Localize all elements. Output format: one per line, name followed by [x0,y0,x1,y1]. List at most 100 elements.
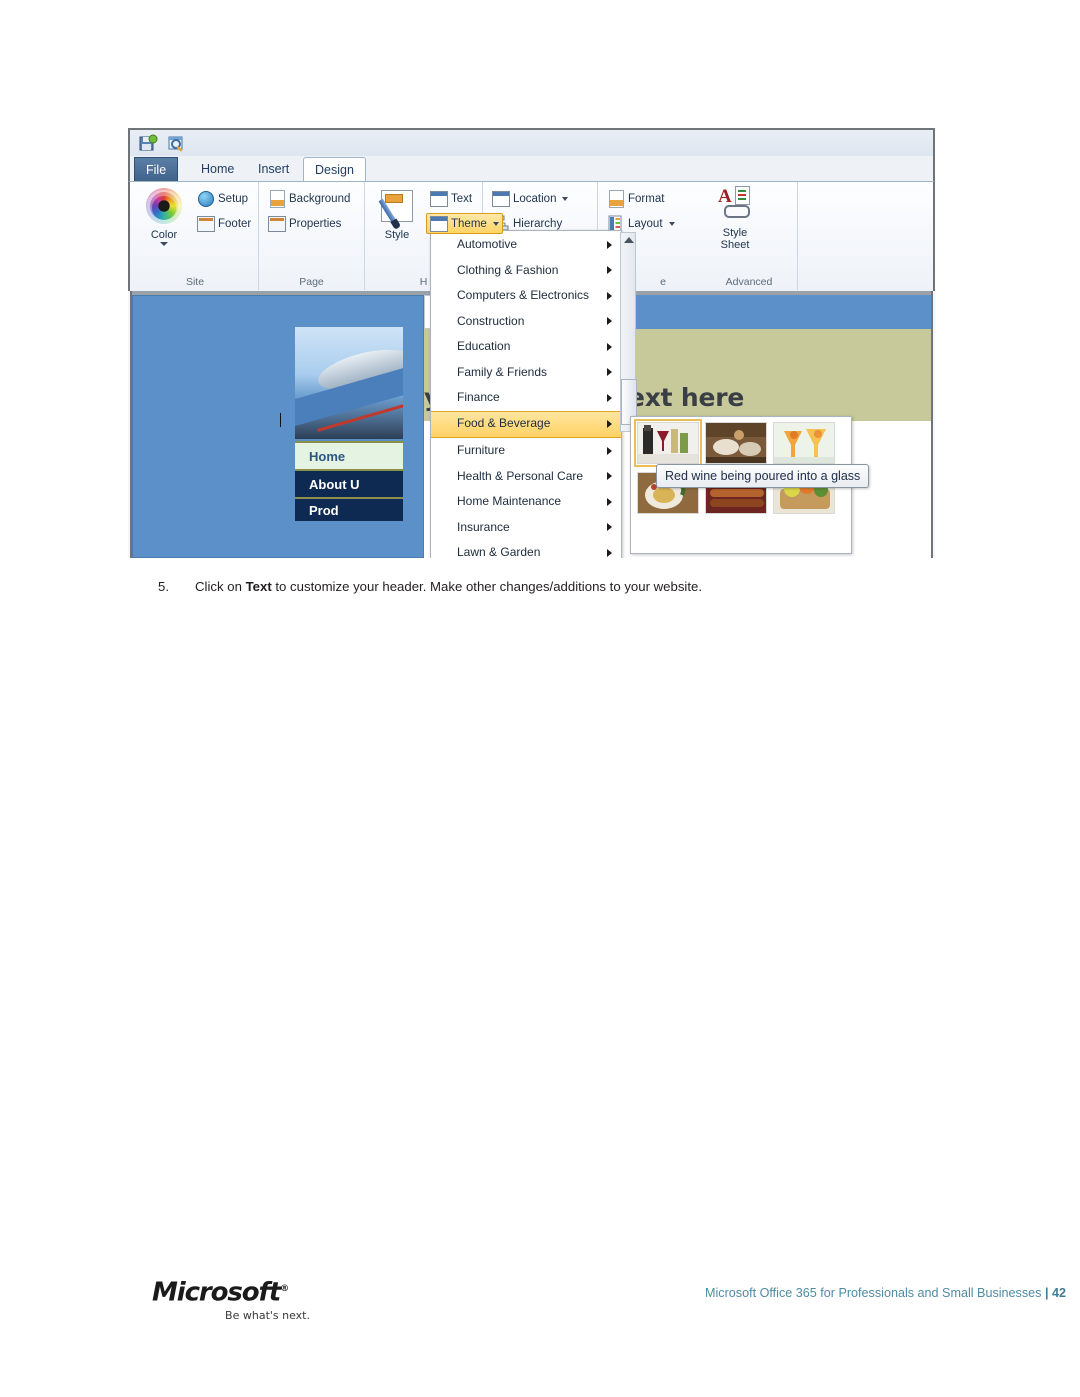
color-button[interactable]: Color [136,184,192,246]
microsoft-wordmark-text: Microsoft [152,1277,281,1308]
chevron-right-icon [607,368,612,377]
menu-item-automotive[interactable]: Automotive [431,232,621,258]
step-text: Click on Text to customize your header. … [195,578,948,596]
preview-nav-item-about[interactable]: About U [295,469,403,497]
location-window-icon [492,190,510,207]
setup-button-label: Setup [218,192,249,205]
format-button[interactable]: Format [604,188,667,209]
menu-item-health-personal-care[interactable]: Health & Personal Care [431,464,621,490]
preview-header-photo [295,327,403,439]
thumbnail-tooltip: Red wine being poured into a glass [656,464,870,488]
ribbon-group-label-site: Site [185,276,205,288]
menu-item-label: Family & Friends [457,364,548,379]
chevron-right-icon [607,497,612,506]
menu-item-furniture[interactable]: Furniture [431,438,621,464]
chevron-right-icon [607,472,612,481]
footer-separator: | [1044,1286,1049,1300]
ribbon-group-site: Color Setup Footer Site [132,182,259,290]
menu-item-finance[interactable]: Finance [431,385,621,411]
chevron-right-icon [607,446,612,455]
tab-file[interactable]: File [134,157,179,182]
format-page-icon [607,190,624,208]
microsoft-wordmark: Microsoft® [152,1276,312,1306]
thumbnail-restaurant-table[interactable] [705,422,767,464]
text-cursor [280,413,281,427]
footer-page-info: Microsoft Office 365 for Professionals a… [705,1286,1066,1300]
save-icon[interactable] [138,134,158,154]
menu-item-computers-electronics[interactable]: Computers & Electronics [431,283,621,309]
microsoft-tagline: Be what's next. [225,1308,310,1322]
trademark-symbol: ® [280,1284,289,1294]
chevron-down-icon[interactable] [562,196,569,201]
chevron-right-icon [607,342,612,351]
background-button[interactable]: Background [265,188,353,209]
menu-item-food-beverage[interactable]: Food & Beverage [431,410,621,438]
preview-in-browser-icon[interactable] [167,134,187,154]
style-sheet-label-line1: Style [722,227,748,239]
theme-button-label: Theme [451,217,487,230]
chevron-right-icon [607,393,612,402]
tab-insert[interactable]: Insert [247,157,300,182]
step-bold-word: Text [245,579,272,594]
theme-dropdown-menu: Automotive Clothing & Fashion Computers … [430,230,622,558]
chevron-right-icon [607,523,612,532]
application-window: your heading text here Home About U Prod [128,128,935,558]
text-button[interactable]: Text [427,188,475,209]
menu-item-label: Clothing & Fashion [457,262,559,277]
chevron-right-icon [607,548,612,557]
step-caption: 5. Click on Text to customize your heade… [158,578,948,596]
menu-item-label: Furniture [457,443,506,457]
style-sheet-button[interactable]: A Style Sheet [706,182,764,251]
screenshot-figure: your heading text here Home About U Prod [128,128,935,558]
ribbon-tab-strip: File Home Insert Design [128,156,935,182]
color-wheel-icon [144,188,184,228]
location-button[interactable]: Location [489,188,571,209]
chevron-right-icon [607,317,612,326]
chevron-down-icon[interactable] [668,221,675,226]
footer-title: Microsoft Office 365 for Professionals a… [705,1286,1042,1300]
chevron-right-icon [607,291,612,300]
preview-nav-item-products[interactable]: Prod [295,497,403,521]
menu-item-clothing-fashion[interactable]: Clothing & Fashion [431,258,621,284]
menu-item-family-friends[interactable]: Family & Friends [431,360,621,386]
color-button-label: Color [150,229,178,241]
hierarchy-button-label: Hierarchy [513,217,563,230]
menu-item-label: Health & Personal Care [457,468,584,483]
scroll-up-arrow-icon[interactable] [624,237,634,243]
thumbnail-cocktail-drinks[interactable] [773,422,835,464]
quick-access-toolbar [138,134,187,154]
menu-item-label: Education [457,339,511,353]
menu-item-construction[interactable]: Construction [431,309,621,335]
chevron-right-icon [607,266,612,275]
footer-page-number: 42 [1051,1286,1066,1300]
properties-button[interactable]: Properties [265,213,344,234]
thumbnail-red-wine[interactable] [634,419,702,467]
title-bar [128,128,935,158]
style-button[interactable]: Style [369,184,425,241]
properties-icon [268,215,286,232]
menu-item-lawn-garden[interactable]: Lawn & Garden [431,540,621,558]
menu-item-education[interactable]: Education [431,334,621,360]
tab-home[interactable]: Home [190,157,245,182]
menu-item-label: Food & Beverage [457,415,551,430]
style-sheet-label-line2: Sheet [720,239,750,251]
step-text-before: Click on [195,579,246,594]
menu-item-insurance[interactable]: Insurance [431,515,621,541]
menu-item-home-maintenance[interactable]: Home Maintenance [431,489,621,515]
theme-button[interactable]: Theme [426,213,503,234]
chevron-down-icon[interactable] [492,221,499,226]
menu-item-label: Insurance [457,519,510,534]
chevron-down-icon[interactable] [160,242,168,246]
menu-item-label: Computers & Electronics [457,288,590,302]
step-number: 5. [158,579,169,594]
footer-page-icon [197,215,215,232]
ribbon-group-label-advanced: Advanced [725,276,773,288]
preview-nav-item-home[interactable]: Home [295,441,403,469]
chevron-right-icon [607,420,612,429]
submenu-scrollbar[interactable] [620,232,637,432]
menu-item-label: Construction [457,313,525,328]
style-button-label: Style [384,229,410,241]
setup-button[interactable]: Setup [194,188,251,209]
tab-design[interactable]: Design [303,157,366,182]
footer-button[interactable]: Footer [194,213,254,234]
